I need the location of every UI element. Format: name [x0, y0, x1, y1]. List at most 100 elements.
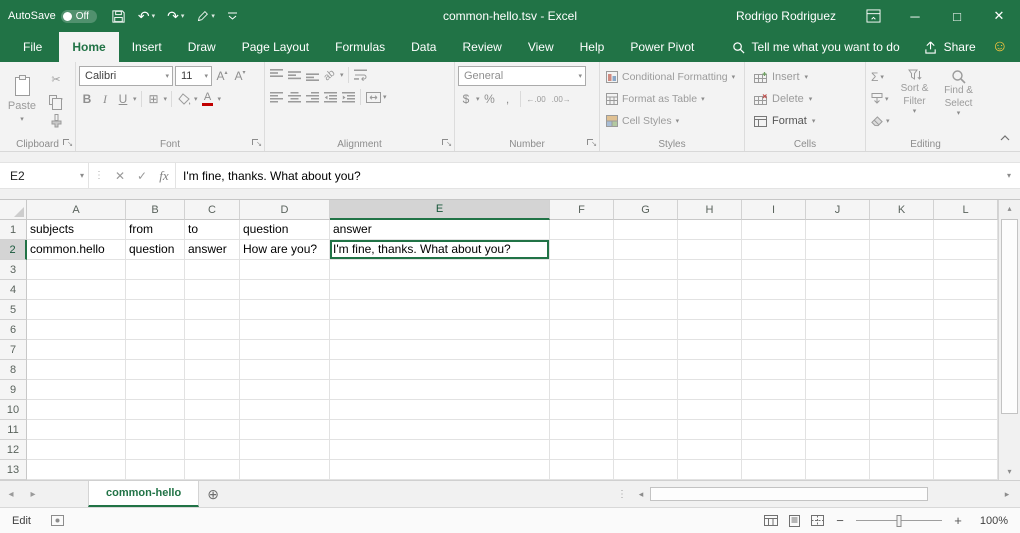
- cell-H7[interactable]: [678, 340, 742, 360]
- cell-E13[interactable]: [330, 460, 550, 480]
- cell-F8[interactable]: [550, 360, 614, 380]
- column-header-B[interactable]: B: [126, 200, 185, 220]
- autosave-toggle[interactable]: AutoSave Off: [8, 10, 97, 23]
- cell-I12[interactable]: [742, 440, 806, 460]
- cell-B12[interactable]: [126, 440, 185, 460]
- cell-K11[interactable]: [870, 420, 934, 440]
- insert-function-button[interactable]: fx: [153, 163, 175, 188]
- cell-C1[interactable]: to: [185, 220, 240, 240]
- cell-I3[interactable]: [742, 260, 806, 280]
- cell-I6[interactable]: [742, 320, 806, 340]
- cell-C13[interactable]: [185, 460, 240, 480]
- cell-B6[interactable]: [126, 320, 185, 340]
- cell-D3[interactable]: [240, 260, 330, 280]
- delete-cells-button[interactable]: Delete ▾: [748, 88, 862, 110]
- cell-F9[interactable]: [550, 380, 614, 400]
- zoom-thumb[interactable]: [897, 515, 902, 527]
- cell-D1[interactable]: question: [240, 220, 330, 240]
- cell-G7[interactable]: [614, 340, 678, 360]
- tell-me-search[interactable]: Tell me what you want to do: [720, 32, 912, 62]
- cell-G2[interactable]: [614, 240, 678, 260]
- alignment-dialog-launcher[interactable]: ↘: [441, 138, 452, 149]
- cell-A7[interactable]: [27, 340, 126, 360]
- center-button[interactable]: [286, 88, 302, 106]
- scroll-left-button[interactable]: ◂: [632, 489, 650, 500]
- clear-dropdown-icon[interactable]: ▾: [886, 117, 890, 125]
- cell-A13[interactable]: [27, 460, 126, 480]
- cell-E10[interactable]: [330, 400, 550, 420]
- row-header-12[interactable]: 12: [0, 440, 27, 460]
- percent-style-button[interactable]: %: [482, 90, 498, 108]
- cell-F6[interactable]: [550, 320, 614, 340]
- column-header-H[interactable]: H: [678, 200, 742, 220]
- feedback-smiley-button[interactable]: ☺: [988, 32, 1020, 62]
- cell-H1[interactable]: [678, 220, 742, 240]
- row-header-8[interactable]: 8: [0, 360, 27, 380]
- paste-dropdown-icon[interactable]: ▾: [20, 115, 24, 123]
- cell-C7[interactable]: [185, 340, 240, 360]
- cell-D11[interactable]: [240, 420, 330, 440]
- format-painter-button[interactable]: [43, 112, 69, 130]
- align-left-button[interactable]: [268, 88, 284, 106]
- previous-sheet-button[interactable]: ◂: [0, 481, 22, 507]
- clipboard-dialog-launcher[interactable]: ↘: [62, 138, 73, 149]
- minimize-button[interactable]: ─: [894, 0, 936, 32]
- cell-D4[interactable]: [240, 280, 330, 300]
- column-header-K[interactable]: K: [870, 200, 934, 220]
- maximize-button[interactable]: □: [936, 0, 978, 32]
- format-cells-button[interactable]: Format ▾: [748, 110, 862, 132]
- fill-color-button[interactable]: [176, 90, 192, 108]
- cell-E3[interactable]: [330, 260, 550, 280]
- cell-D13[interactable]: [240, 460, 330, 480]
- cell-H11[interactable]: [678, 420, 742, 440]
- cell-G8[interactable]: [614, 360, 678, 380]
- redo-dropdown-icon[interactable]: ▾: [181, 12, 185, 20]
- cell-J4[interactable]: [806, 280, 870, 300]
- collapse-ribbon-button[interactable]: [1000, 130, 1010, 144]
- cell-K13[interactable]: [870, 460, 934, 480]
- column-header-E[interactable]: E: [330, 200, 550, 220]
- paste-button[interactable]: Paste ▾: [3, 66, 41, 132]
- cell-E9[interactable]: [330, 380, 550, 400]
- cell-J9[interactable]: [806, 380, 870, 400]
- cell-F5[interactable]: [550, 300, 614, 320]
- ink-pen-button[interactable]: ▾: [190, 0, 221, 32]
- cell-F2[interactable]: [550, 240, 614, 260]
- decrease-decimal-button[interactable]: .00→: [550, 95, 573, 104]
- cell-I11[interactable]: [742, 420, 806, 440]
- cell-G9[interactable]: [614, 380, 678, 400]
- user-name[interactable]: Rodrigo Rodriguez: [736, 9, 836, 23]
- row-header-5[interactable]: 5: [0, 300, 27, 320]
- tab-data[interactable]: Data: [398, 32, 449, 62]
- formula-bar-expand-icon[interactable]: ▾: [998, 171, 1020, 180]
- cell-styles-dropdown-icon[interactable]: ▾: [676, 117, 680, 125]
- find-select-dropdown-icon[interactable]: ▾: [957, 110, 961, 118]
- column-header-G[interactable]: G: [614, 200, 678, 220]
- tab-file[interactable]: File: [6, 32, 59, 62]
- cell-B7[interactable]: [126, 340, 185, 360]
- comma-style-button[interactable]: ,: [500, 90, 516, 108]
- underline-button[interactable]: U: [115, 90, 131, 108]
- cell-F1[interactable]: [550, 220, 614, 240]
- cell-D12[interactable]: [240, 440, 330, 460]
- formula-bar-handle[interactable]: ⋮: [89, 170, 109, 181]
- cell-C9[interactable]: [185, 380, 240, 400]
- bold-button[interactable]: B: [79, 90, 95, 108]
- bottom-align-button[interactable]: [304, 66, 320, 84]
- cell-A11[interactable]: [27, 420, 126, 440]
- cell-K7[interactable]: [870, 340, 934, 360]
- row-header-7[interactable]: 7: [0, 340, 27, 360]
- pen-dropdown-icon[interactable]: ▾: [211, 12, 215, 20]
- cell-B8[interactable]: [126, 360, 185, 380]
- cell-C5[interactable]: [185, 300, 240, 320]
- insert-cells-button[interactable]: Insert ▾: [748, 66, 862, 88]
- cell-H10[interactable]: [678, 400, 742, 420]
- italic-button[interactable]: I: [97, 90, 113, 108]
- column-header-L[interactable]: L: [934, 200, 998, 220]
- horizontal-scroll-thumb[interactable]: [650, 487, 928, 501]
- scroll-right-button[interactable]: ▸: [998, 489, 1016, 500]
- cell-D6[interactable]: [240, 320, 330, 340]
- cell-H3[interactable]: [678, 260, 742, 280]
- cell-J6[interactable]: [806, 320, 870, 340]
- tab-review[interactable]: Review: [449, 32, 514, 62]
